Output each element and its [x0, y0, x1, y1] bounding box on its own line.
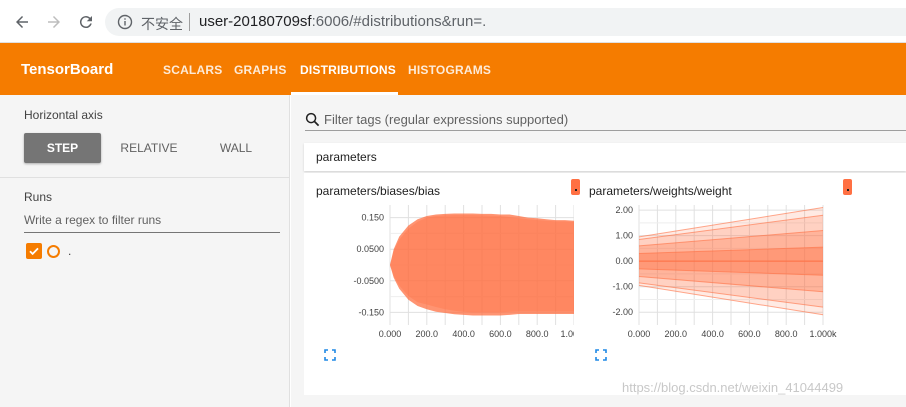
y-tick-label: 1.00 [615, 231, 633, 241]
x-tick-label: 400.0 [701, 329, 724, 339]
reload-icon [79, 16, 92, 29]
axis-relative-button[interactable]: RELATIVE [112, 133, 186, 163]
url-path: :6006/#distributions&run=. [311, 13, 487, 30]
tab-graphs[interactable]: GRAPHS [234, 63, 287, 77]
chart-card-biases: 0.150 0.0500 -0.0500 -0.150 0.000 200.0 400.0 6… [304, 173, 580, 373]
omnibox-divider [189, 13, 190, 31]
checkmark-icon [29, 247, 39, 256]
x-tick-label: 0.000 [628, 329, 651, 339]
chart-title-biases: parameters/biases/bias [316, 184, 441, 198]
run-checkbox[interactable] [26, 243, 42, 259]
expand-icon[interactable] [324, 349, 336, 361]
x-tick-label: 600.0 [738, 329, 761, 339]
chart-title-weights: parameters/weights/weight [589, 184, 732, 198]
forward-button[interactable] [44, 12, 64, 32]
x-tick-label: 200.0 [416, 329, 439, 339]
runs-label: Runs [24, 190, 53, 204]
distribution-chart-biases[interactable]: 0.150 0.0500 -0.0500 -0.150 0.000 200.0 400.0 6… [304, 173, 574, 373]
distribution-band-inner [390, 215, 574, 313]
category-header[interactable]: parameters [304, 143, 906, 171]
y-tick-label: 0.00 [615, 256, 633, 266]
x-tick-label: 1.000k [809, 329, 837, 339]
security-status: 不安全 [141, 16, 183, 32]
run-name: . [68, 244, 72, 258]
run-item[interactable]: . [26, 242, 71, 260]
y-tick-label: 0.150 [361, 213, 384, 223]
run-regex-input[interactable]: Write a regex to filter runs [24, 213, 280, 233]
y-tick-label: 2.00 [615, 205, 633, 215]
tag-filter-input[interactable]: Filter tags (regular expressions support… [305, 111, 906, 131]
search-icon [305, 112, 320, 127]
x-tick-label: 400.0 [452, 329, 475, 339]
axis-step-button[interactable]: STEP [24, 133, 101, 163]
sidebar-divider [0, 177, 290, 178]
tensorboard-header: TensorBoard SCALARS GRAPHS DISTRIBUTIONS… [0, 43, 906, 95]
address-bar[interactable]: 不安全 user-20180709sf:6006/#distributions&… [105, 8, 906, 36]
category-title: parameters [316, 150, 377, 164]
watermark: https://blog.csdn.net/weixin_41044499 [622, 380, 844, 395]
browser-toolbar: 不安全 user-20180709sf:6006/#distributions&… [0, 0, 906, 43]
x-tick-label: 800.0 [526, 329, 549, 339]
reload-button[interactable] [76, 12, 96, 32]
distribution-chart-weights[interactable]: 2.00 1.00 0.00 -1.00 -2.00 0.000 200.0 400.0 600… [577, 173, 847, 373]
x-tick-label: 1.000k [560, 329, 574, 339]
back-button[interactable] [12, 12, 32, 32]
info-icon[interactable] [117, 14, 133, 30]
run-regex-placeholder: Write a regex to filter runs [24, 213, 162, 227]
tab-histograms[interactable]: HISTOGRAMS [408, 63, 491, 77]
x-tick-label: 600.0 [489, 329, 512, 339]
y-tick-label: -2.00 [612, 307, 633, 317]
x-tick-label: 0.000 [379, 329, 402, 339]
charts-pane: 0.150 0.0500 -0.0500 -0.150 0.000 200.0 400.0 6… [304, 173, 906, 395]
tag-filter-placeholder: Filter tags (regular expressions support… [324, 112, 569, 127]
url-host: user-20180709sf [199, 13, 312, 30]
app-title: TensorBoard [21, 61, 114, 78]
x-tick-label: 200.0 [665, 329, 688, 339]
expand-icon[interactable] [595, 349, 607, 361]
chart-card-weights: 2.00 1.00 0.00 -1.00 -2.00 0.000 200.0 400.0 600… [577, 173, 852, 373]
y-tick-label: 0.0500 [356, 244, 384, 254]
url-text: user-20180709sf:6006/#distributions&run=… [199, 13, 486, 30]
arrow-left-icon [16, 16, 28, 28]
tab-scalars[interactable]: SCALARS [163, 63, 222, 77]
arrow-right-icon [48, 16, 60, 28]
axis-wall-button[interactable]: WALL [200, 133, 272, 163]
sidebar: Horizontal axis STEP RELATIVE WALL Runs … [0, 95, 290, 407]
y-tick-label: -1.00 [612, 282, 633, 292]
tab-distributions[interactable]: DISTRIBUTIONS [300, 63, 396, 77]
horizontal-axis-label: Horizontal axis [24, 108, 103, 122]
y-tick-label: -0.150 [358, 307, 384, 317]
x-tick-label: 800.0 [775, 329, 798, 339]
main-content: Filter tags (regular expressions support… [291, 95, 906, 407]
run-color-circle[interactable] [47, 244, 60, 258]
download-badge[interactable] [843, 179, 852, 195]
y-tick-label: -0.0500 [353, 276, 384, 286]
